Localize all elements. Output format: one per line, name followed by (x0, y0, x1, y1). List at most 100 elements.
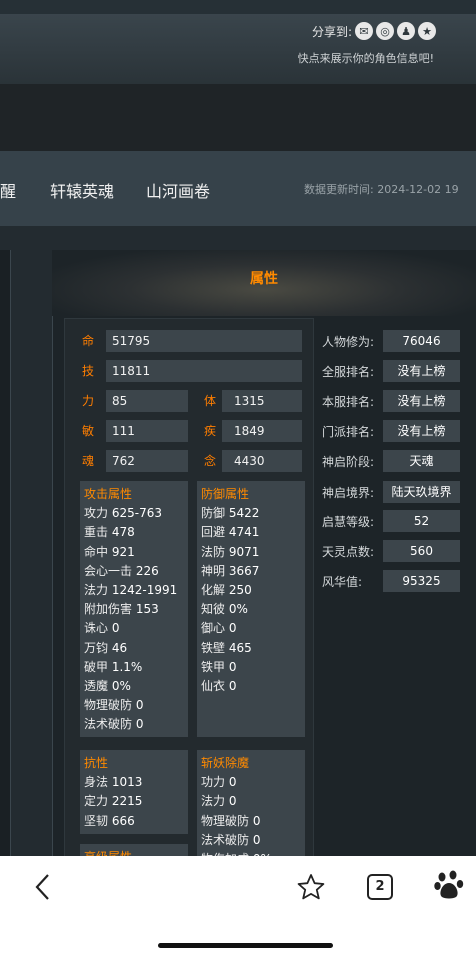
attack-key: 法术破防 (84, 717, 133, 732)
weibo-icon[interactable]: ◎ (376, 22, 394, 40)
rank-label: 风华值: (322, 575, 363, 589)
defense-value: 0 (228, 621, 237, 636)
spd-label: 疾 (204, 424, 217, 438)
defense-value: 465 (228, 640, 252, 655)
attack-row: 诛心 0 (84, 619, 188, 638)
defense-row: 回避 4741 (201, 523, 305, 542)
spd-value: 1849 (222, 420, 302, 442)
attack-key: 附加伤害 (84, 602, 133, 617)
attack-value: 46 (111, 640, 128, 655)
demon-title: 斩妖除魔 (201, 756, 250, 770)
qzone-icon[interactable]: ★ (418, 22, 436, 40)
defense-attributes: 防御属性 防御 5422 回避 4741 法防 9071 神明 3667 化解 250 知… (197, 481, 305, 737)
bookmark-star-icon[interactable] (297, 873, 325, 901)
con-value: 1315 (222, 390, 302, 412)
attack-value: 0% (111, 679, 131, 694)
rank-label: 全服排名: (322, 365, 375, 379)
resist-value: 1013 (111, 775, 143, 790)
str-value: 85 (106, 390, 188, 412)
attack-value: 1.1% (111, 659, 143, 674)
attack-row: 重击 478 (84, 523, 188, 542)
str-label: 力 (82, 394, 95, 408)
rank-label: 人物修为: (322, 335, 375, 349)
update-time: 数据更新时间: 2024-12-02 19 (304, 183, 459, 196)
attack-value: 0 (135, 698, 144, 713)
rank-value: 陆天玖境界 (383, 481, 460, 503)
attack-key: 攻力 (84, 506, 109, 521)
attack-row: 透魔 0% (84, 677, 188, 696)
resist-row: 定力 2215 (84, 792, 188, 811)
attack-key: 透魔 (84, 679, 109, 694)
attack-value: 921 (111, 544, 135, 559)
defense-row: 仙衣 0 (201, 677, 305, 696)
defense-value: 3667 (228, 563, 260, 578)
attack-row: 破甲 1.1% (84, 658, 188, 677)
rank-value: 没有上榜 (383, 360, 460, 382)
demon-value: 0 (252, 813, 261, 828)
resist-key: 坚韧 (84, 813, 109, 828)
qq-icon[interactable]: ♟ (397, 22, 415, 40)
attack-key: 破甲 (84, 659, 109, 674)
tabs-count-button[interactable]: 2 (367, 874, 393, 900)
attack-row: 物理破防 0 (84, 696, 188, 715)
resist-key: 定力 (84, 794, 109, 809)
resist-value: 666 (111, 813, 135, 828)
attack-key: 万钧 (84, 640, 109, 655)
attack-key: 物理破防 (84, 698, 133, 713)
attack-key: 法力 (84, 583, 109, 598)
defense-value: 9071 (228, 544, 260, 559)
rank-label: 神启阶段: (322, 455, 375, 469)
tab-awaken[interactable]: 觉醒 (0, 178, 16, 202)
agi-label: 敏 (82, 424, 95, 438)
rank-value: 95325 (383, 570, 460, 592)
rank-value: 76046 (383, 330, 460, 352)
attack-row: 万钧 46 (84, 639, 188, 658)
attack-key: 诛心 (84, 621, 109, 636)
attack-row: 命中 921 (84, 543, 188, 562)
mind-value: 4430 (222, 450, 302, 472)
resist-attributes: 抗性 身法 1013 定力 2215 坚韧 666 (80, 750, 188, 834)
defense-title: 防御属性 (201, 487, 250, 501)
hp-value: 51795 (106, 330, 302, 352)
defense-value: 0 (228, 659, 237, 674)
demon-key: 物理破防 (201, 813, 250, 828)
rank-value: 天魂 (383, 450, 460, 472)
attack-value: 1242-1991 (111, 583, 178, 598)
share-label: 分享到: (311, 24, 352, 39)
demon-value: 0 (228, 794, 237, 809)
tab-shanhe[interactable]: 山河画卷 (146, 178, 210, 202)
resist-title: 抗性 (84, 756, 109, 770)
tab-xuanyuan[interactable]: 轩辕英魂 (50, 178, 114, 202)
advanced-attributes: 高级属性 (80, 844, 188, 856)
attack-value: 478 (111, 525, 135, 540)
resist-row: 坚韧 666 (84, 812, 188, 831)
defense-key: 御心 (201, 621, 226, 636)
attack-value: 153 (135, 602, 159, 617)
defense-value: 0 (228, 679, 237, 694)
defense-row: 知彼 0% (201, 600, 305, 619)
rank-label: 本服排名: (322, 395, 375, 409)
defense-row: 防御 5422 (201, 504, 305, 523)
share-tip: 快点来展示你的角色信息吧! (297, 52, 434, 65)
demon-row: 物理破防 0 (201, 812, 305, 831)
defense-key: 铁甲 (201, 659, 226, 674)
skill-label: 技 (82, 364, 95, 378)
demon-row: 功力 0 (201, 773, 305, 792)
defense-key: 防御 (201, 506, 226, 521)
defense-value: 250 (228, 583, 252, 598)
demon-key: 法力 (201, 794, 226, 809)
defense-row: 神明 3667 (201, 562, 305, 581)
attack-row: 法力 1242-1991 (84, 581, 188, 600)
rank-label: 天灵点数: (322, 545, 375, 559)
panel-title: 属性 (250, 271, 278, 287)
baidu-paw-icon[interactable] (434, 870, 464, 902)
back-icon[interactable] (34, 872, 52, 902)
con-label: 体 (204, 394, 217, 408)
agi-value: 111 (106, 420, 188, 442)
home-indicator[interactable] (158, 943, 333, 948)
rank-label: 神启境界: (322, 486, 375, 500)
defense-value: 5422 (228, 506, 260, 521)
defense-row: 化解 250 (201, 581, 305, 600)
defense-key: 铁壁 (201, 640, 226, 655)
wechat-icon[interactable]: ✉ (355, 22, 373, 40)
